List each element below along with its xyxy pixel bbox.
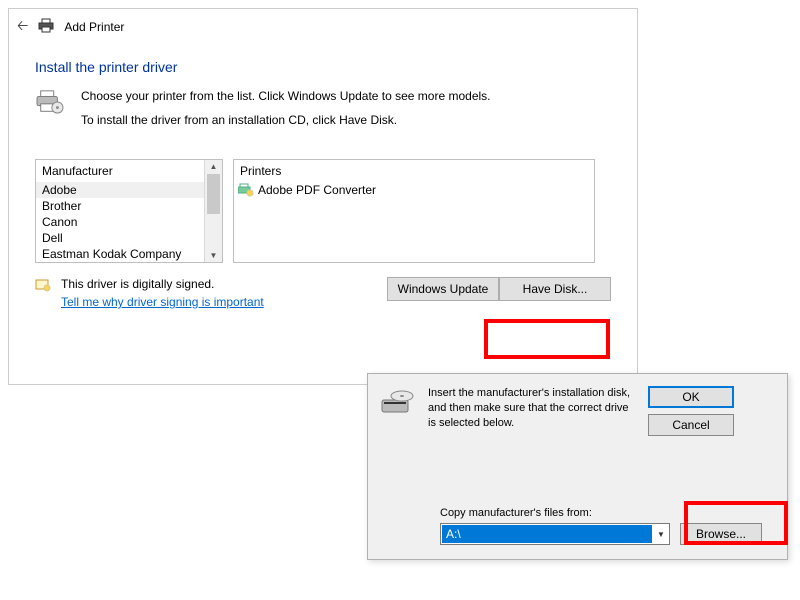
cancel-button[interactable]: Cancel bbox=[648, 414, 734, 436]
list-item[interactable]: Brother bbox=[36, 198, 205, 214]
titlebar: 🡠 Add Printer bbox=[9, 9, 637, 49]
signed-status-text: This driver is digitally signed. bbox=[61, 277, 377, 291]
copy-from-label: Copy manufacturer's files from: bbox=[440, 507, 773, 519]
add-printer-dialog: 🡠 Add Printer Install the printer driver… bbox=[8, 8, 638, 385]
path-value[interactable]: A:\ bbox=[442, 525, 652, 543]
path-combobox[interactable]: A:\ ▼ bbox=[440, 523, 670, 545]
list-item[interactable]: Dell bbox=[36, 230, 205, 246]
driver-icon bbox=[35, 89, 65, 115]
printer-icon bbox=[38, 18, 54, 37]
list-item[interactable]: Eastman Kodak Company bbox=[36, 246, 205, 262]
scroll-thumb[interactable] bbox=[207, 174, 220, 214]
back-arrow-icon[interactable]: 🡠 bbox=[17, 15, 28, 39]
section-heading: Install the printer driver bbox=[35, 59, 611, 75]
certificate-icon bbox=[35, 277, 51, 293]
ok-button[interactable]: OK bbox=[648, 386, 734, 408]
install-from-disk-dialog: Insert the manufacturer's installation d… bbox=[367, 373, 788, 560]
list-item[interactable]: Canon bbox=[36, 214, 205, 230]
scroll-up-icon[interactable]: ▲ bbox=[210, 160, 218, 173]
manufacturer-header: Manufacturer bbox=[36, 160, 222, 182]
scrollbar[interactable]: ▲ ▼ bbox=[204, 160, 222, 262]
instruction-text-1: Choose your printer from the list. Click… bbox=[81, 89, 491, 103]
manufacturer-listbox[interactable]: Manufacturer Adobe Brother Canon Dell Ea… bbox=[35, 159, 223, 263]
sub-instruction-text: Insert the manufacturer's installation d… bbox=[428, 386, 634, 431]
have-disk-button[interactable]: Have Disk... bbox=[499, 277, 611, 301]
browse-button[interactable]: Browse... bbox=[680, 523, 762, 545]
scroll-down-icon[interactable]: ▼ bbox=[210, 249, 218, 262]
disk-icon bbox=[380, 386, 414, 420]
chevron-down-icon[interactable]: ▼ bbox=[653, 524, 669, 544]
windows-update-button[interactable]: Windows Update bbox=[387, 277, 499, 301]
list-item[interactable]: Adobe PDF Converter bbox=[234, 182, 594, 198]
list-item[interactable]: Adobe bbox=[36, 182, 205, 198]
signing-info-link[interactable]: Tell me why driver signing is important bbox=[61, 295, 264, 309]
instruction-text-2: To install the driver from an installati… bbox=[81, 113, 491, 127]
printers-listbox[interactable]: Printers Adobe PDF Converter bbox=[233, 159, 595, 263]
printers-header: Printers bbox=[234, 160, 594, 182]
dialog-title: Add Printer bbox=[64, 20, 124, 34]
printer-item-label: Adobe PDF Converter bbox=[258, 183, 376, 197]
printer-item-icon bbox=[238, 183, 254, 197]
